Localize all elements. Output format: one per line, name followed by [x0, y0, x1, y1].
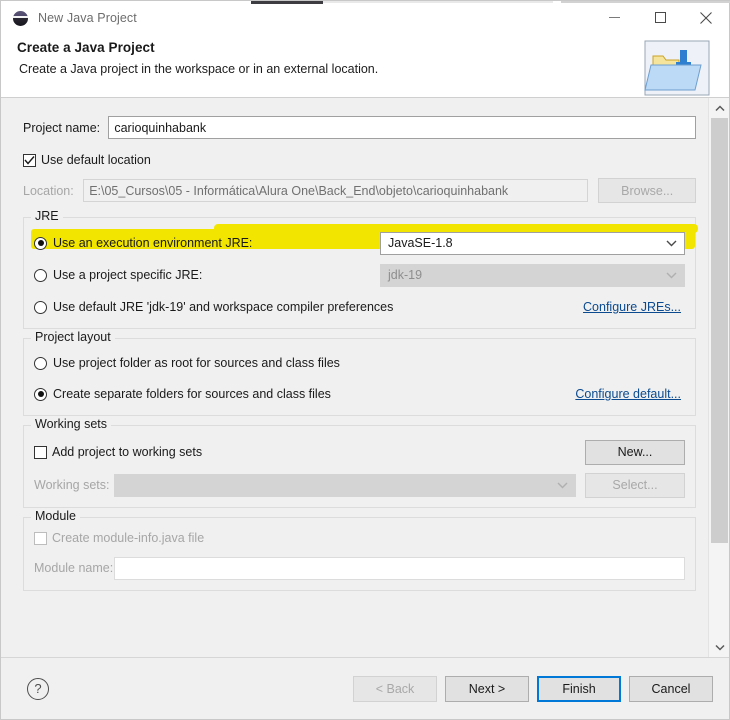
- close-icon[interactable]: [683, 1, 729, 34]
- jre-legend: JRE: [31, 209, 63, 223]
- scroll-down-arrow-icon[interactable]: [709, 637, 729, 657]
- jre-default-label: Use default JRE 'jdk-19' and workspace c…: [53, 300, 394, 314]
- select-working-set-button: Select...: [585, 472, 685, 498]
- project-layout-options: Use project folder as root for sources a…: [34, 338, 685, 405]
- working-sets-legend: Working sets: [31, 417, 112, 431]
- layout-root-radio[interactable]: [34, 356, 47, 370]
- jre-options: Use an execution environment JRE: JavaSE…: [31, 217, 698, 318]
- project-specific-jre-value: jdk-19: [388, 268, 423, 282]
- jre-execution-env-radio[interactable]: [34, 236, 47, 250]
- chevron-down-icon: [666, 265, 677, 286]
- layout-separate-radio[interactable]: [34, 387, 47, 401]
- jre-default-radio[interactable]: [34, 300, 47, 314]
- jre-project-specific-row[interactable]: Use a project specific JRE: jdk-19: [34, 263, 685, 287]
- jre-default-row[interactable]: Use default JRE 'jdk-19' and workspace c…: [34, 296, 685, 318]
- maximize-icon[interactable]: [637, 1, 683, 34]
- jre-execution-env-row[interactable]: Use an execution environment JRE: JavaSE…: [34, 231, 685, 255]
- module-group: Module Create module-info.java file Modu…: [23, 509, 696, 591]
- chevron-down-icon: [557, 475, 568, 496]
- add-project-working-sets-checkbox[interactable]: [34, 445, 47, 459]
- layout-root-label: Use project folder as root for sources a…: [53, 356, 340, 370]
- working-sets-dropdown: [114, 473, 576, 497]
- working-sets-label: Working sets:: [34, 478, 110, 492]
- eclipse-sphere-icon: [13, 10, 29, 26]
- layout-separate-label: Create separate folders for sources and …: [53, 387, 331, 401]
- use-default-location-label: Use default location: [41, 153, 151, 167]
- footer-buttons: < Back Next > Finish Cancel: [353, 675, 713, 702]
- use-default-location-row[interactable]: Use default location: [23, 153, 696, 167]
- use-default-location-checkbox[interactable]: [23, 153, 36, 167]
- minimize-icon[interactable]: [591, 1, 637, 34]
- module-name-row: Module name:: [34, 556, 685, 580]
- project-name-label: Project name:: [23, 120, 101, 135]
- jre-execution-env-label: Use an execution environment JRE:: [53, 236, 253, 250]
- module-name-input: [114, 556, 685, 580]
- location-input: [83, 179, 589, 202]
- location-row: Location: Browse...: [23, 178, 696, 203]
- window-controls: [591, 1, 729, 34]
- working-sets-row: Working sets: Select...: [34, 472, 685, 498]
- module-name-label: Module name:: [34, 561, 114, 575]
- back-button: < Back: [353, 675, 437, 702]
- jre-project-specific-label: Use a project specific JRE:: [53, 268, 203, 282]
- create-module-info-row[interactable]: Create module-info.java file: [34, 527, 685, 549]
- create-module-info-checkbox[interactable]: [34, 531, 47, 545]
- page-title: Create a Java Project: [17, 40, 155, 55]
- jre-project-specific-radio[interactable]: [34, 268, 47, 282]
- dialog-header: Create a Java Project Create a Java proj…: [1, 34, 729, 98]
- add-project-working-sets-label: Add project to working sets: [52, 445, 203, 459]
- project-layout-group: Project layout Use project folder as roo…: [23, 330, 696, 416]
- help-icon[interactable]: ?: [27, 677, 49, 700]
- project-name-input[interactable]: [108, 116, 696, 139]
- help-icon-glyph: ?: [34, 681, 42, 696]
- create-module-info-label: Create module-info.java file: [52, 531, 205, 545]
- new-java-project-folder-icon: [643, 40, 711, 98]
- cancel-button[interactable]: Cancel: [629, 675, 713, 702]
- jre-group: JRE Use an execution environment JRE: Ja…: [23, 209, 698, 329]
- execution-env-value: JavaSE-1.8: [388, 236, 453, 250]
- vertical-scrollbar[interactable]: [708, 98, 729, 657]
- layout-root-row[interactable]: Use project folder as root for sources a…: [34, 352, 685, 374]
- new-java-project-dialog: New Java Project Create a Java Project C…: [0, 0, 730, 720]
- configure-default-link[interactable]: Configure default...: [575, 387, 681, 401]
- dialog-body: Project name: Use default location Locat…: [1, 98, 729, 657]
- title-bar: New Java Project: [1, 1, 729, 34]
- project-name-row: Project name:: [23, 116, 696, 139]
- new-working-set-button[interactable]: New...: [585, 439, 685, 465]
- working-sets-options: Add project to working sets New... Worki…: [34, 425, 685, 498]
- module-legend: Module: [31, 509, 80, 523]
- add-project-working-sets-row[interactable]: Add project to working sets New...: [34, 439, 685, 465]
- project-layout-legend: Project layout: [31, 330, 115, 344]
- location-label: Location:: [23, 183, 74, 198]
- project-specific-jre-dropdown: jdk-19: [380, 263, 685, 287]
- page-subtitle: Create a Java project in the workspace o…: [19, 62, 379, 76]
- background-window-sliver-light: [323, 1, 553, 3]
- module-options: Create module-info.java file Module name…: [34, 517, 685, 580]
- scrollbar-thumb[interactable]: [711, 118, 728, 543]
- next-button[interactable]: Next >: [445, 675, 529, 702]
- layout-separate-row[interactable]: Create separate folders for sources and …: [34, 383, 685, 405]
- scroll-up-arrow-icon[interactable]: [709, 98, 729, 118]
- background-window-sliver: [251, 1, 323, 4]
- execution-env-dropdown[interactable]: JavaSE-1.8: [380, 231, 685, 255]
- finish-button[interactable]: Finish: [537, 675, 621, 702]
- configure-jres-link[interactable]: Configure JREs...: [583, 300, 681, 314]
- browse-button: Browse...: [598, 178, 696, 203]
- dialog-footer: ? < Back Next > Finish Cancel: [1, 657, 729, 719]
- window-title: New Java Project: [38, 10, 137, 25]
- form-content: Project name: Use default location Locat…: [1, 98, 710, 591]
- working-sets-group: Working sets Add project to working sets…: [23, 417, 696, 508]
- background-window-sliver-gray: [561, 1, 730, 3]
- chevron-down-icon: [666, 233, 677, 254]
